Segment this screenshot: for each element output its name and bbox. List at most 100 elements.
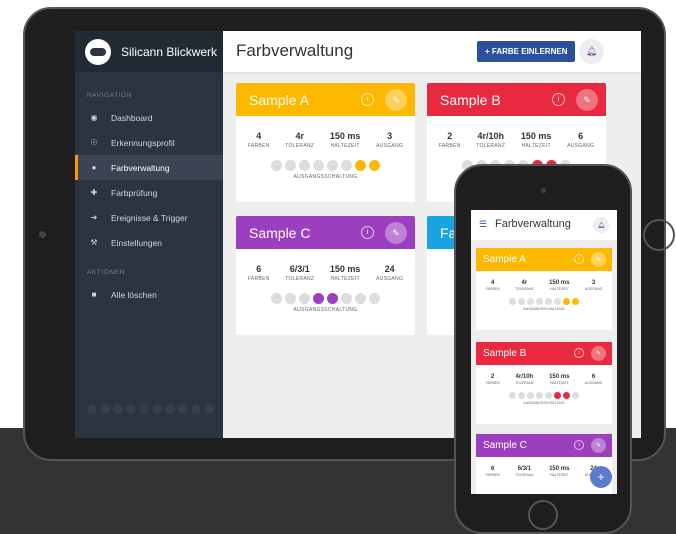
output-dot [369,160,380,171]
output-dot [327,160,338,171]
stat-toleranz: 4r/10h TOLERANZ [476,131,505,149]
phone-header-bar: ☰ Farbverwaltung 🔔︎ [471,210,617,240]
wrench-icon: ⚒ [90,238,98,247]
stat-value: 24 [384,264,395,274]
output-dot [369,293,380,304]
phone-card-stats: 2 FARBEN 4r/10h TOLERANZ 150 ms HALTEZEIT 6 AUS… [476,365,612,385]
stat-label: AUSGANG [376,143,404,149]
brand-bar: Silicann Blickwerk [75,31,223,72]
card-header: Sample A i ✎ [236,83,415,116]
dashboard-icon: ◉ [90,113,98,122]
stat-farben: 2 FARBEN [486,374,500,385]
tablet-home-button [643,219,675,251]
card-title: Sample A [249,91,309,108]
phone-color-card: Sample B i ✎ 2 FARBEN 4r/10h TOLERANZ 150 ms HAL… [476,342,612,424]
stat-value: 6 [578,131,584,141]
stat-label: FARBEN [247,143,270,149]
phone-home-button [528,500,558,530]
output-dot [355,293,366,304]
stat-value: 150 ms [549,466,570,472]
sidebar-item-5[interactable]: ⚒ Einstellungen [75,230,223,255]
add-fab-button[interactable]: + [590,466,612,488]
sidebar-item-2[interactable]: ● Farbverwaltung [75,155,223,180]
edit-icon[interactable]: ✎ [385,89,407,111]
crosshair-icon: ✚ [90,188,98,197]
card-stats: 2 FARBEN 4r/10h TOLERANZ 150 ms HALTEZEIT 6 AUS… [427,116,606,149]
output-dot [518,392,525,399]
sidebar-footer-dots [87,404,214,414]
phone-device: ☰ Farbverwaltung 🔔︎ Sample A i ✎ 4 FARBEN 4r T… [454,164,632,534]
stat-label: TOLERANZ [285,143,315,149]
edit-icon[interactable]: ✎ [591,252,606,267]
card-title: Sample C [249,224,311,241]
sidebar-item-label: Farbprüfung [111,187,158,198]
stat-haltezeit: 150 ms HALTEZEIT [330,131,361,149]
phone-card-header: Sample C i ✎ [476,434,612,457]
stat-value: 150 ms [549,374,570,380]
output-dot [271,160,282,171]
sidebar-item-1[interactable]: ☉ Erkennungsprofil [75,130,223,155]
info-icon[interactable]: i [552,93,565,106]
stat-value: 4r [521,280,528,286]
info-icon[interactable]: i [361,226,374,239]
output-dot [355,160,366,171]
stat-value: 3 [387,131,393,141]
phone-color-card: Sample C i ✎ 6 FARBEN 6/3/1 TOLERANZ 150 ms HALT… [476,434,612,494]
sidebar-item-0[interactable]: ◉ Dashboard [75,105,223,130]
stat-ausgang: 24 AUSGANG [376,264,403,282]
info-icon[interactable]: i [574,348,584,358]
stat-label: FARBEN [247,276,270,282]
stat-label: HALTEZEIT [330,276,360,282]
output-dot [509,298,516,305]
stat-label: TOLERANZ [515,287,534,291]
output-dots-label: AUSGANGSSCHALTUNG [523,307,565,311]
page-title: Farbverwaltung [236,41,354,60]
output-dot [271,293,282,304]
info-icon[interactable]: i [361,93,374,106]
info-icon[interactable]: i [574,254,584,264]
stat-label: AUSGANG [376,276,404,282]
phone-card-title: Sample C [483,440,527,451]
stat-toleranz: 6/3/1 TOLERANZ [285,264,314,282]
sidebar-item-3[interactable]: ✚ Farbprüfung [75,180,223,205]
stat-value: 2 [491,374,495,380]
output-dot [536,298,543,305]
edit-icon[interactable]: ✎ [591,346,606,361]
output-dot [518,298,525,305]
stat-farben: 4 FARBEN [486,280,500,291]
stat-ausgang: 3 AUSGANG [376,131,403,149]
output-dots [236,160,415,171]
sidebar-item-4[interactable]: ➜ Ereignisse & Trigger [75,205,223,230]
info-icon[interactable]: i [574,440,584,450]
action-item-0[interactable]: ■ Alle löschen [75,282,223,307]
stat-label: HALTEZEIT [549,473,569,477]
card-header: Sample B i ✎ [427,83,606,116]
stat-label: HALTEZEIT [330,143,360,149]
card-stats: 4 FARBEN 4r TOLERANZ 150 ms HALTEZEIT 3 AUSGANG [236,116,415,149]
edit-icon[interactable]: ✎ [591,438,606,453]
stat-label: FARBEN [485,473,500,477]
stat-value: 6 [591,374,596,380]
hamburger-menu-icon[interactable]: ☰ [479,219,487,230]
sidebar-item-label: Farbverwaltung [111,162,170,173]
stat-value: 150 ms [329,264,361,274]
edit-icon[interactable]: ✎ [576,89,598,111]
add-color-button[interactable]: + FARBE EINLERNEN [477,41,576,62]
phone-card-title: Sample A [483,254,526,265]
phone-card-header: Sample A i ✎ [476,248,612,271]
output-dot [285,160,296,171]
phone-card-stats: 4 FARBEN 4r TOLERANZ 150 ms HALTEZEIT 3 AUSGANG [476,271,612,291]
stat-value: 6 [256,264,262,274]
stat-label: FARBEN [485,381,500,385]
output-dot [572,392,579,399]
bell-icon[interactable]: 🔔︎ [579,39,604,64]
sidebar-item-label: Dashboard [111,112,153,123]
edit-icon[interactable]: ✎ [385,222,407,244]
phone-page-title: Farbverwaltung [495,218,571,230]
phone-bell-icon[interactable]: 🔔︎ [593,217,609,233]
card-header: Sample C i ✎ [236,216,415,249]
stat-ausgang: 6 AUSGANG [585,374,603,385]
stat-label: HALTEZEIT [549,287,569,291]
stat-label: AUSGANG [584,287,603,291]
sidebar-item-label: Erkennungsprofil [111,137,175,148]
